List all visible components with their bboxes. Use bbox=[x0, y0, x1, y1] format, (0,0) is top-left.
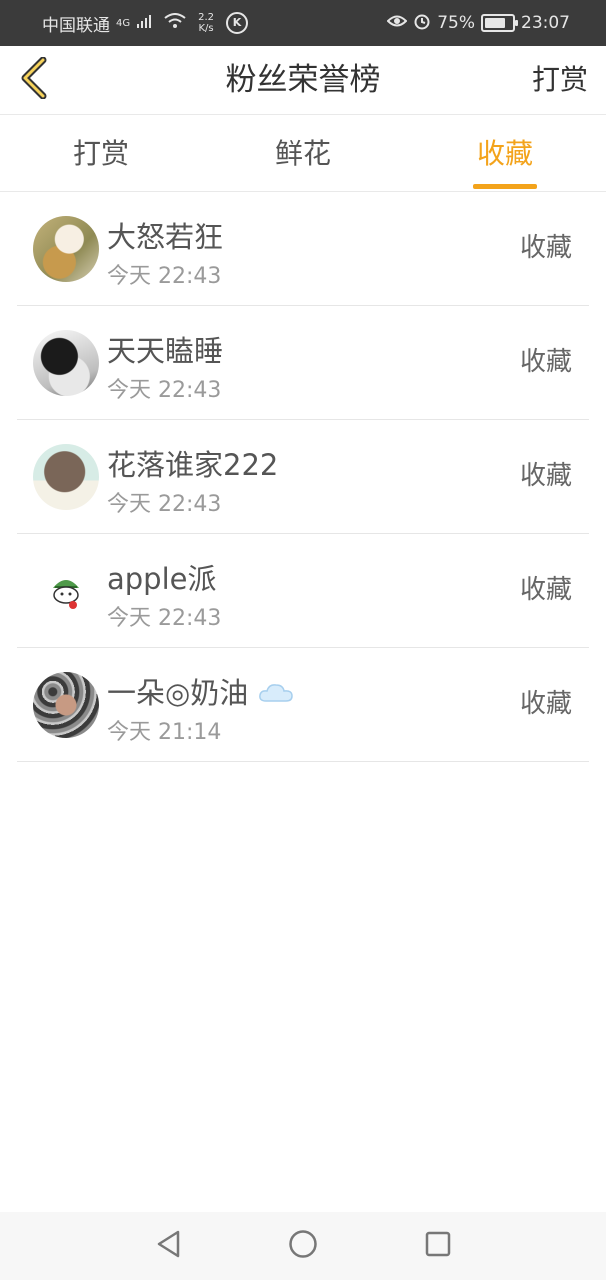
timestamp: 今天 22:43 bbox=[107, 492, 222, 517]
timestamp: 今天 21:14 bbox=[107, 720, 222, 745]
nav-home-button[interactable] bbox=[285, 1228, 321, 1264]
status-left: 中国联通 4G 2.2 K/s K bbox=[42, 0, 249, 46]
user-name: 大怒若狂 bbox=[107, 220, 224, 254]
action-label: 收藏 bbox=[519, 461, 572, 491]
nav-recents-square-icon bbox=[424, 1230, 452, 1262]
list-item[interactable]: apple派 今天 22:43 收藏 bbox=[17, 534, 589, 648]
k-badge-icon: K bbox=[226, 12, 249, 34]
list-item[interactable]: 一朵◎奶油 今天 21:14 收藏 bbox=[17, 648, 589, 762]
fan-list: 大怒若狂 今天 22:43 收藏 天天瞌睡 今天 22:43 收藏 花落谁家22… bbox=[17, 192, 589, 762]
page-title: 粉丝荣誉榜 bbox=[225, 62, 381, 98]
tab-label: 打赏 bbox=[72, 137, 129, 170]
wifi-icon bbox=[164, 12, 186, 34]
cloud-icon bbox=[258, 678, 294, 712]
alarm-icon bbox=[413, 12, 431, 35]
avatar[interactable] bbox=[33, 672, 99, 738]
carrier-label: 中国联通 bbox=[42, 15, 110, 36]
clock: 23:07 bbox=[521, 13, 570, 33]
user-name: apple派 bbox=[107, 562, 217, 596]
nav-back-triangle-icon bbox=[154, 1229, 182, 1263]
list-item[interactable]: 大怒若狂 今天 22:43 收藏 bbox=[17, 192, 589, 306]
avatar[interactable] bbox=[33, 558, 99, 624]
tab-reward[interactable]: 打赏 bbox=[0, 115, 202, 191]
nav-back-button[interactable] bbox=[150, 1228, 186, 1264]
tab-label: 收藏 bbox=[476, 137, 533, 170]
speed-value: 2.2 bbox=[198, 12, 215, 23]
eye-icon bbox=[386, 13, 408, 33]
user-name: 天天瞌睡 bbox=[107, 334, 224, 368]
list-item[interactable]: 花落谁家222 今天 22:43 收藏 bbox=[17, 420, 589, 534]
speed-unit: K/s bbox=[198, 23, 214, 34]
action-label: 收藏 bbox=[519, 347, 572, 377]
timestamp: 今天 22:43 bbox=[107, 264, 222, 289]
status-right: 75% 23:07 bbox=[386, 0, 570, 46]
network-type: 4G bbox=[116, 17, 131, 29]
avatar[interactable] bbox=[33, 330, 99, 396]
timestamp: 今天 22:43 bbox=[107, 378, 222, 403]
list-item[interactable]: 天天瞌睡 今天 22:43 收藏 bbox=[17, 306, 589, 420]
avatar-cartoon-icon bbox=[53, 580, 79, 609]
signal-icon bbox=[136, 13, 152, 33]
user-name: 一朵◎奶油 bbox=[107, 670, 294, 712]
timestamp: 今天 22:43 bbox=[107, 606, 222, 631]
user-name: 花落谁家222 bbox=[107, 448, 279, 482]
action-label: 收藏 bbox=[519, 689, 572, 719]
battery-fill bbox=[485, 18, 505, 28]
network-speed: 2.2 K/s bbox=[198, 12, 214, 34]
battery-percent: 75% bbox=[437, 13, 475, 33]
action-label: 收藏 bbox=[519, 575, 572, 605]
tab-active-indicator bbox=[473, 184, 537, 189]
avatar[interactable] bbox=[33, 216, 99, 282]
tab-label: 鲜花 bbox=[274, 137, 331, 170]
tab-flowers[interactable]: 鲜花 bbox=[202, 115, 404, 191]
action-label: 收藏 bbox=[519, 233, 572, 263]
status-bar: 中国联通 4G 2.2 K/s K 75% 23:07 bbox=[0, 0, 606, 46]
battery-icon bbox=[481, 14, 518, 32]
system-nav-bar bbox=[0, 1212, 606, 1280]
reward-button[interactable]: 打赏 bbox=[532, 46, 588, 114]
tab-favorites[interactable]: 收藏 bbox=[404, 115, 606, 191]
title-bar: 粉丝荣誉榜 打赏 bbox=[0, 46, 606, 115]
nav-recents-button[interactable] bbox=[420, 1228, 456, 1264]
user-name-text: 一朵◎奶油 bbox=[107, 676, 249, 710]
tab-bar: 打赏 鲜花 收藏 bbox=[0, 115, 606, 192]
nav-home-circle-icon bbox=[288, 1229, 318, 1263]
avatar[interactable] bbox=[33, 444, 99, 510]
